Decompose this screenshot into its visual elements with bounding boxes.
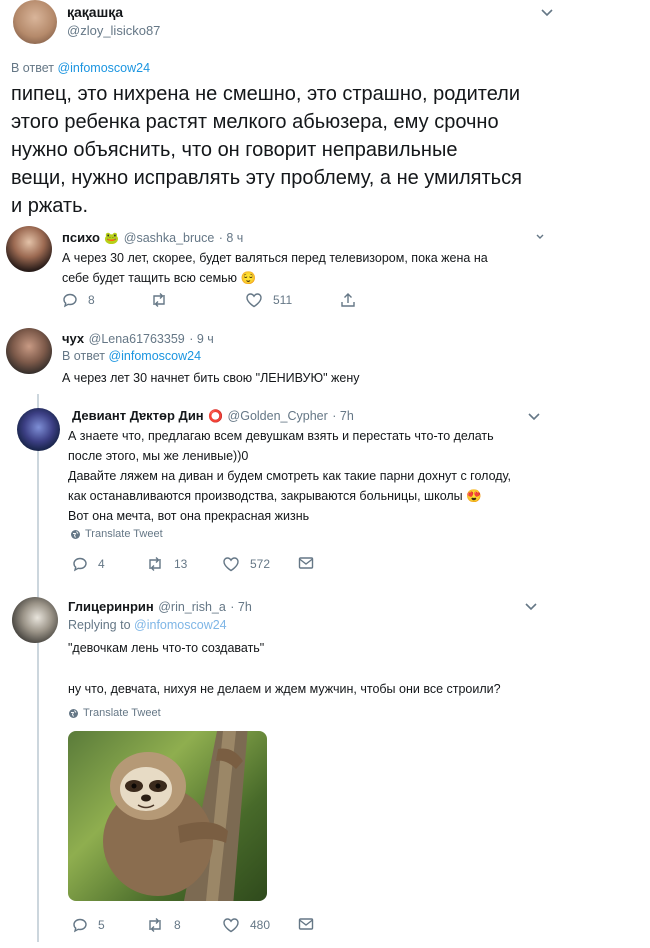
author-handle[interactable]: @Lena61763359 (89, 332, 185, 346)
heart-icon (223, 918, 239, 933)
author-name[interactable]: психо (62, 230, 100, 245)
envelope-icon (298, 557, 314, 569)
author-name[interactable]: Девиант Дɐктɵр Дин (72, 408, 204, 423)
retweet-icon (149, 557, 161, 571)
retweet-icon (149, 918, 161, 932)
reply-mention-link[interactable]: @infomoscow24 (57, 61, 150, 75)
tweet-text-line: ну что, девчата, нихуя не делаем и ждем … (68, 682, 501, 696)
avatar[interactable] (6, 328, 52, 374)
frog-emoji: 🐸 (104, 231, 120, 245)
tweet-text: А через лет 30 начнет бить свою "ЛЕНИВУЮ… (62, 371, 360, 385)
retweet-icon (153, 293, 165, 307)
tweet-text-line: как останавливаются производства, закрыв… (68, 489, 482, 503)
avatar[interactable] (6, 226, 52, 272)
reply-icon (73, 918, 87, 933)
chevron-down-icon[interactable] (527, 412, 541, 422)
reply-button[interactable]: 8 (62, 292, 95, 308)
tweet-text-line: А знаете что, предлагаю всем девушкам вз… (68, 429, 494, 443)
translate-tweet-link[interactable]: Translate Tweet (70, 528, 163, 540)
tweet-text-line: пипец, это нихрена не смешно, это страшн… (11, 83, 521, 105)
retweet-count: 13 (174, 557, 188, 571)
chevron-down-icon[interactable] (535, 233, 545, 241)
like-count: 511 (273, 293, 293, 307)
author-name[interactable]: қақашқа (67, 4, 123, 20)
reply-mention-link[interactable]: @infomoscow24 (108, 349, 201, 363)
tweet-header: чух @Lena61763359 · 9 ч (62, 330, 214, 348)
author-handle[interactable]: @rin_rish_a (158, 600, 226, 614)
heart-icon (223, 557, 239, 572)
tweet-text-line: Давайте ляжем на диван и будем смотреть … (68, 469, 512, 483)
red-circle-emoji: ⭕ (208, 409, 224, 423)
like-button[interactable]: 572 (222, 556, 270, 572)
tweet-text-line: "девочкам лень что-то создавать" (68, 641, 265, 655)
chevron-down-icon[interactable] (540, 8, 554, 18)
tweet-text-line: себе будет тащить всю семью 😌 (62, 271, 257, 285)
reply-count: 8 (88, 293, 95, 307)
tweet-header: Девиант Дɐктɵр Дин ⭕ @Golden_Cypher · 7h (72, 407, 354, 425)
author-name[interactable]: чух (62, 331, 84, 346)
timestamp[interactable]: · 7h (332, 409, 354, 423)
like-count: 572 (250, 557, 271, 571)
retweet-button[interactable]: 8 (146, 917, 181, 933)
thread-line (37, 394, 39, 942)
heart-icon (246, 293, 262, 308)
tweet-header: Глицеринрин @rin_rish_a · 7h (68, 598, 252, 616)
avatar[interactable] (17, 408, 60, 451)
tweet-text: А знаете что, предлагаю всем девушкам вз… (68, 426, 638, 526)
tweet-text-line: нужно объяснить, что он говорит неправил… (11, 139, 458, 161)
retweet-button[interactable] (150, 292, 178, 308)
tweet-text-line: после этого, мы же ленивые))0 (68, 449, 249, 463)
like-button[interactable]: 480 (222, 917, 270, 933)
like-count: 480 (250, 918, 271, 932)
timestamp[interactable]: · 8 ч (219, 231, 244, 245)
reply-count: 4 (98, 557, 105, 571)
reply-context: В ответ @infomoscow24 (62, 349, 201, 363)
globe-icon (71, 529, 80, 539)
translate-tweet-link[interactable]: Translate Tweet (68, 707, 161, 719)
retweet-count: 8 (174, 918, 181, 932)
reply-button[interactable]: 5 (72, 917, 105, 933)
sloth-illustration (103, 731, 248, 901)
reply-mention-link[interactable]: @infomoscow24 (134, 618, 227, 632)
reply-context: Replying to @infomoscow24 (68, 618, 227, 632)
avatar[interactable] (12, 597, 58, 643)
author-handle[interactable]: @Golden_Cypher (228, 409, 328, 423)
tweet-text: пипец, это нихрена не смешно, это страшн… (11, 80, 641, 220)
share-icon (341, 293, 355, 307)
tweet-text-line: А через 30 лет, скорее, будет валяться п… (62, 251, 488, 265)
reply-prefix: Replying to (68, 618, 131, 632)
reply-prefix: В ответ (62, 349, 105, 363)
retweet-button[interactable]: 13 (146, 556, 187, 572)
direct-message-button[interactable] (298, 556, 324, 570)
translate-label: Translate Tweet (83, 707, 161, 719)
author-handle[interactable]: @sashka_bruce (124, 231, 215, 245)
translate-label: Translate Tweet (85, 528, 163, 540)
reply-button[interactable]: 4 (72, 556, 105, 572)
timestamp[interactable]: · 9 ч (189, 332, 214, 346)
reply-count: 5 (98, 918, 105, 932)
chevron-down-icon[interactable] (524, 602, 538, 612)
like-button[interactable]: 511 (245, 292, 292, 308)
reply-context: В ответ @infomoscow24 (11, 61, 150, 75)
author-name[interactable]: Глицеринрин (68, 599, 154, 614)
tweet-text-line: и ржать. (11, 195, 89, 217)
tweet-text-line: Вот она мечта, вот она прекрасная жизнь (68, 509, 310, 523)
reply-prefix: В ответ (11, 61, 54, 75)
tweet-header: психо 🐸 @sashka_bruce · 8 ч (62, 229, 243, 247)
tweet-text-line: этого ребенка растят мелкого абьюзера, е… (11, 111, 499, 133)
globe-icon (69, 708, 78, 718)
reply-icon (73, 557, 87, 572)
tweet-text: А через 30 лет, скорее, будет валяться п… (62, 248, 622, 288)
timestamp[interactable]: · 7h (230, 600, 252, 614)
share-button[interactable] (340, 292, 366, 308)
direct-message-button[interactable] (298, 917, 324, 931)
envelope-icon (298, 918, 314, 930)
avatar[interactable] (13, 0, 57, 44)
reply-icon (63, 293, 77, 308)
author-handle[interactable]: @zloy_lisicko87 (67, 23, 160, 38)
tweet-text-line: вещи, нужно исправлять эту проблему, а н… (11, 167, 522, 189)
tweet-image[interactable] (68, 731, 267, 901)
